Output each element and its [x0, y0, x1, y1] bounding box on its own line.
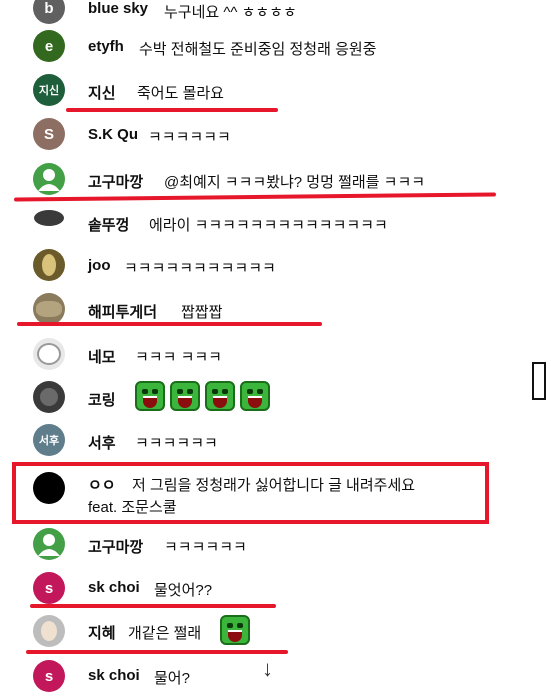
- comment-author[interactable]: 지혜: [88, 622, 116, 643]
- comment-text: ㅋㅋㅋㅋㅋㅋ: [135, 435, 218, 452]
- comment-text: 물어?: [154, 670, 190, 687]
- comment-text: @최예지 ㅋㅋㅋ봤냐? 멍멍 쩔래를 ㅋㅋㅋ: [164, 174, 426, 191]
- comment-text: 개같은 쩔래: [128, 625, 202, 642]
- comment-author[interactable]: ㅇㅇ: [88, 474, 116, 495]
- laughing-emoji-icon: [205, 381, 235, 411]
- comment-author[interactable]: etyfh: [88, 38, 124, 55]
- comment-author[interactable]: 네모: [88, 346, 116, 367]
- comment-text-line2: feat. 조문스쿨: [88, 499, 177, 516]
- comment-text: ㅋㅋㅋㅋㅋㅋ: [148, 129, 231, 146]
- comment-author[interactable]: sk choi: [88, 667, 140, 684]
- avatar[interactable]: 서후: [33, 424, 65, 456]
- comment-row: e etyfh 수박 전해철도 준비중임 정청래 응원중: [0, 24, 530, 68]
- comment-author[interactable]: 서후: [88, 432, 116, 453]
- comment-text: 짭짭짭: [181, 304, 223, 321]
- comment-row: 고구마깡 ㅋㅋㅋㅋㅋㅋ: [0, 524, 530, 568]
- annotation-underline: [17, 322, 322, 326]
- comment-text: 누구네요 ^^ ㅎㅎㅎㅎ: [164, 4, 297, 21]
- comment-row: 지혜 개같은 쩔래: [0, 610, 530, 654]
- photo-icon: [36, 301, 62, 317]
- comment-text: 에라이 ㅋㅋㅋㅋㅋㅋㅋㅋㅋㅋㅋㅋㅋㅋ: [149, 217, 388, 234]
- comment-row: 코링: [0, 375, 530, 419]
- comment-row: 서후 서후 ㅋㅋㅋㅋㅋㅋ: [0, 418, 530, 462]
- avatar[interactable]: e: [33, 30, 65, 62]
- comment-text: ㅋㅋㅋㅋㅋㅋ: [164, 539, 247, 556]
- rectangle-glyph-icon: [532, 362, 546, 400]
- comment-author[interactable]: S.K Qu: [88, 126, 138, 143]
- comment-author[interactable]: sk choi: [88, 579, 140, 596]
- avatar[interactable]: b: [33, 0, 65, 24]
- dog-icon: [37, 343, 61, 365]
- comment-author[interactable]: 지신: [88, 82, 116, 103]
- pot-lid-icon: [34, 210, 64, 226]
- comment-text: 수박 전해철도 준비중임 정청래 응원중: [139, 41, 377, 58]
- laughing-emoji-icon: [240, 381, 270, 411]
- person-icon: [38, 169, 60, 191]
- laughing-emoji-icon: [220, 615, 250, 645]
- avatar[interactable]: [33, 338, 65, 370]
- comment-author[interactable]: 솥뚜껑: [88, 214, 129, 235]
- photo-icon: [40, 388, 58, 406]
- comment-row: ㅇㅇ 저 그림을 정청래가 싫어합니다 글 내려주세요 feat. 조문스쿨: [0, 466, 530, 522]
- avatar[interactable]: [33, 293, 65, 325]
- avatar[interactable]: [33, 202, 65, 234]
- comment-row: S S.K Qu ㅋㅋㅋㅋㅋㅋ: [0, 112, 530, 156]
- comment-author[interactable]: 코링: [88, 389, 116, 410]
- comment-text: ㅋㅋㅋㅋㅋㅋㅋㅋㅋㅋㅋ: [124, 260, 276, 277]
- comment-author[interactable]: 고구마깡: [88, 536, 143, 557]
- comment-text: ㅋㅋㅋ ㅋㅋㅋ: [135, 349, 222, 366]
- avatar[interactable]: s: [33, 572, 65, 604]
- scroll-down-icon[interactable]: ↓: [262, 656, 273, 682]
- comment-text: 물엇어??: [154, 582, 213, 599]
- laughing-emoji-icon: [135, 381, 165, 411]
- comment-row: 네모 ㅋㅋㅋ ㅋㅋㅋ: [0, 332, 530, 376]
- comment-author[interactable]: blue sky: [88, 0, 148, 17]
- comment-text: 죽어도 몰라요: [137, 85, 224, 102]
- portrait-icon: [41, 621, 57, 641]
- person-icon: [38, 534, 60, 556]
- avatar[interactable]: [33, 163, 65, 195]
- comment-row: 솥뚜껑 에라이 ㅋㅋㅋㅋㅋㅋㅋㅋㅋㅋㅋㅋㅋㅋ: [0, 202, 530, 246]
- comment-author[interactable]: 고구마깡: [88, 171, 143, 192]
- avatar[interactable]: s: [33, 660, 65, 692]
- avatar[interactable]: [33, 615, 65, 647]
- avatar[interactable]: [33, 472, 65, 504]
- portrait-icon: [42, 254, 56, 276]
- comment-row: joo ㅋㅋㅋㅋㅋㅋㅋㅋㅋㅋㅋ: [0, 243, 530, 287]
- avatar[interactable]: [33, 381, 65, 413]
- comment-row: 지신 지신 죽어도 몰라요: [0, 68, 530, 112]
- laughing-emoji-icon: [170, 381, 200, 411]
- avatar[interactable]: S: [33, 118, 65, 150]
- emoji-group: [135, 381, 275, 411]
- avatar[interactable]: 지신: [33, 74, 65, 106]
- avatar[interactable]: [33, 249, 65, 281]
- comment-author[interactable]: 해피투게더: [88, 301, 157, 322]
- comment-text: 저 그림을 정청래가 싫어합니다 글 내려주세요: [132, 477, 416, 494]
- annotation-underline: [30, 604, 276, 608]
- avatar[interactable]: [33, 528, 65, 560]
- comment-author[interactable]: joo: [88, 257, 111, 274]
